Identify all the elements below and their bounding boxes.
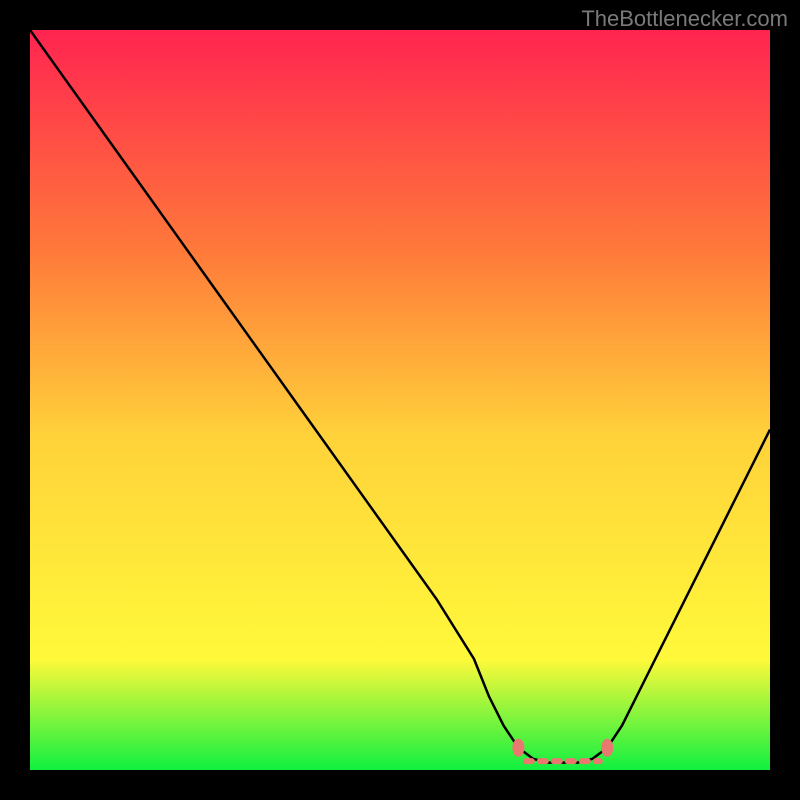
- marker-flat-right-end: [601, 739, 613, 757]
- attribution-text: TheBottlenecker.com: [581, 6, 788, 32]
- chart-area: [30, 30, 770, 770]
- chart-svg: [30, 30, 770, 770]
- bottleneck-curve: [30, 30, 770, 763]
- marker-flat-left-end: [512, 739, 524, 757]
